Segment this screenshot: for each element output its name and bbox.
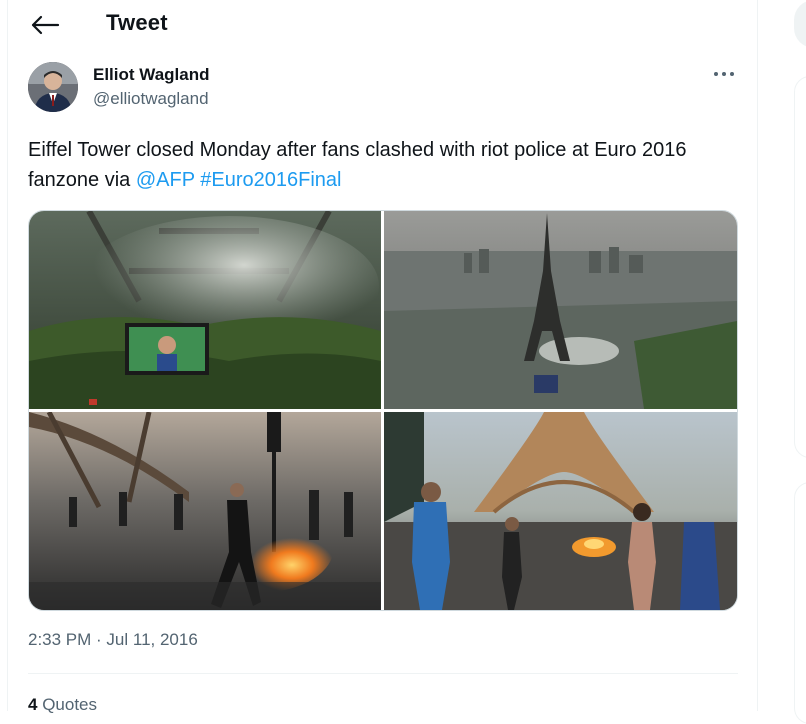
more-options-button[interactable] <box>710 63 738 85</box>
sidebar-card-edge-2 <box>794 482 806 724</box>
stats-divider <box>28 673 738 674</box>
quotes-label: Quotes <box>42 695 98 714</box>
author-handle[interactable]: @elliotwagland <box>93 89 209 109</box>
media-photo-4[interactable] <box>384 412 737 610</box>
tower-fire-crowd-photo <box>384 412 737 610</box>
page-title: Tweet <box>106 10 168 35</box>
sidebar-search-edge[interactable] <box>794 0 806 48</box>
fanzone-crowd-screen-photo <box>29 211 381 409</box>
mention-link[interactable]: @AFP <box>136 169 195 191</box>
media-photo-1[interactable] <box>29 211 381 409</box>
media-photo-3[interactable] <box>29 412 381 610</box>
arrow-left-icon <box>31 15 60 35</box>
tweet-text: Eiffel Tower closed Monday after fans cl… <box>28 135 738 195</box>
media-grid <box>28 210 738 611</box>
quotes-count: 4 <box>28 695 38 714</box>
more-horizontal-icon <box>714 72 734 76</box>
profile-photo <box>28 62 78 112</box>
hashtag-link[interactable]: #Euro2016Final <box>200 169 341 191</box>
tweet-header: Tweet <box>8 0 757 50</box>
sidebar-card-edge <box>794 76 806 458</box>
eiffel-tower-smoke-aerial-photo <box>384 211 737 409</box>
left-column-border <box>7 0 8 711</box>
quotes-stat[interactable]: 4 Quotes <box>28 695 97 715</box>
media-photo-2[interactable] <box>384 211 737 409</box>
author-name[interactable]: Elliot Wagland <box>93 65 209 85</box>
back-button[interactable] <box>28 10 62 40</box>
main-column-border <box>757 0 758 711</box>
tweet-text-body: Eiffel Tower closed Monday after fans cl… <box>28 139 687 191</box>
tweet-timestamp[interactable]: 2:33 PM · Jul 11, 2016 <box>28 630 198 650</box>
riot-fire-street-photo <box>29 412 381 610</box>
avatar[interactable] <box>28 62 78 112</box>
